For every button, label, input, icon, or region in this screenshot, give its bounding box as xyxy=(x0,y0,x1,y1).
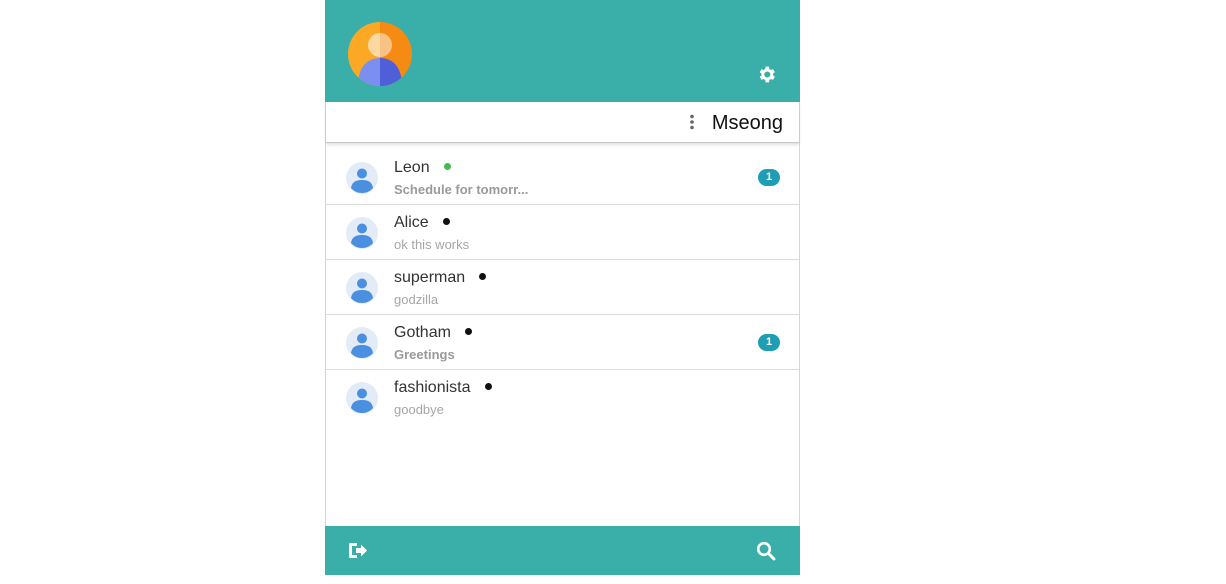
contact-avatar-icon xyxy=(346,162,378,194)
contact-avatar-icon xyxy=(346,217,378,249)
profile-header xyxy=(325,0,800,102)
presence-status-icon xyxy=(479,273,487,280)
chat-app-panel: Mseong Leon Schedule for tomorr... 1 Ali… xyxy=(325,0,800,575)
last-message-preview: godzilla xyxy=(394,292,439,307)
unread-count-badge: 1 xyxy=(758,169,780,186)
contact-name: Leon xyxy=(394,158,451,178)
contact-row[interactable]: fashionista goodbye xyxy=(326,370,799,424)
unread-count-badge: 1 xyxy=(758,334,780,351)
contact-avatar-icon xyxy=(346,272,378,304)
contact-row[interactable]: Gotham Greetings 1 xyxy=(326,315,799,370)
kebab-menu-icon[interactable] xyxy=(688,114,696,130)
contact-avatar-icon xyxy=(346,382,378,414)
last-message-preview: Schedule for tomorr... xyxy=(394,182,529,197)
contact-name: Alice xyxy=(394,213,450,233)
contact-list: Leon Schedule for tomorr... 1 Alice ok t… xyxy=(326,150,799,424)
contact-name-text: Leon xyxy=(394,159,430,176)
contact-row[interactable]: Alice ok this works xyxy=(326,205,799,260)
presence-status-icon xyxy=(443,163,451,170)
user-avatar-icon[interactable] xyxy=(348,22,412,86)
presence-status-icon xyxy=(484,383,492,390)
contact-name: Gotham xyxy=(394,323,472,343)
contact-name: superman xyxy=(394,268,487,288)
user-bar: Mseong xyxy=(326,102,799,143)
contact-name-text: superman xyxy=(394,269,466,286)
search-icon[interactable] xyxy=(756,541,776,561)
contact-row[interactable]: Leon Schedule for tomorr... 1 xyxy=(326,150,799,205)
presence-status-icon xyxy=(442,218,450,225)
gear-icon[interactable] xyxy=(756,64,777,85)
contact-row[interactable]: superman godzilla xyxy=(326,260,799,315)
bottom-toolbar xyxy=(325,526,800,575)
last-message-preview: ok this works xyxy=(394,237,470,252)
contact-name-text: fashionista xyxy=(394,379,471,396)
contact-avatar-icon xyxy=(346,327,378,359)
last-message-preview: goodbye xyxy=(394,402,444,417)
username-label: Mseong xyxy=(711,112,783,134)
presence-status-icon xyxy=(464,328,472,335)
sign-out-icon[interactable] xyxy=(348,542,368,559)
contact-name-text: Gotham xyxy=(394,324,451,341)
contact-name: fashionista xyxy=(394,378,492,398)
contact-name-text: Alice xyxy=(394,214,429,231)
last-message-preview: Greetings xyxy=(394,347,455,362)
